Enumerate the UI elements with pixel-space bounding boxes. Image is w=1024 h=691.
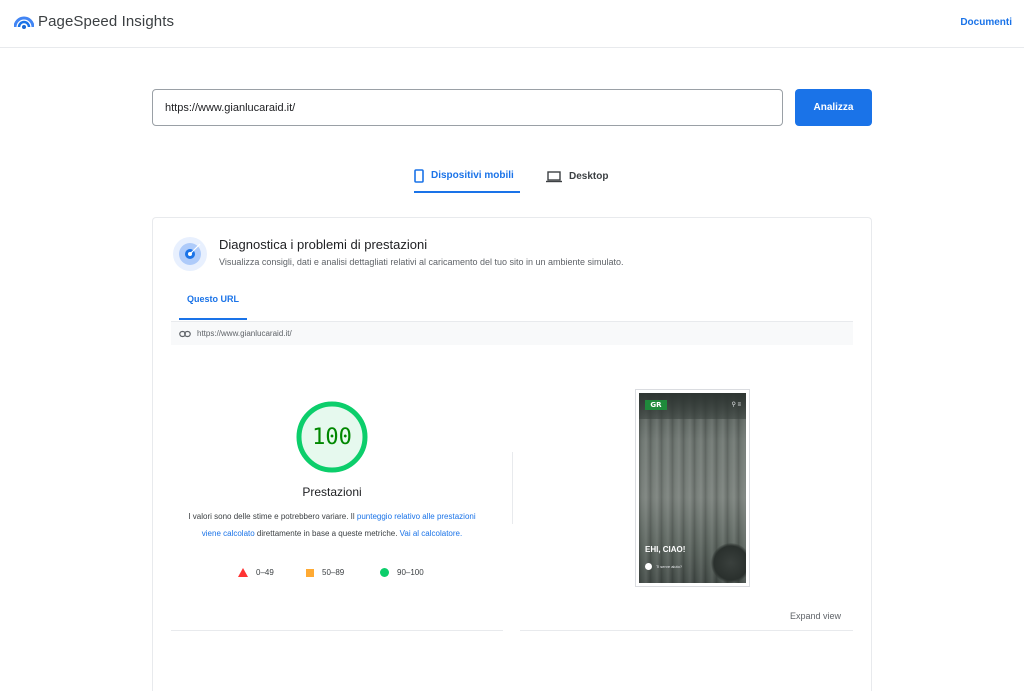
app-title[interactable]: PageSpeed Insights xyxy=(38,13,174,30)
calculator-link[interactable]: Vai al calcolatore. xyxy=(400,529,463,538)
laptop-icon xyxy=(546,170,562,182)
url-input[interactable] xyxy=(152,89,783,126)
diagnostics-icon xyxy=(173,237,207,271)
analyze-button[interactable]: Analizza xyxy=(795,89,872,126)
performance-score: 100 xyxy=(312,425,352,450)
arrow-icon xyxy=(645,563,652,570)
smartphone-icon xyxy=(414,168,424,183)
score-description: I valori sono delle stime e potrebbero v… xyxy=(184,508,480,542)
legend-fail: 0–49 xyxy=(238,568,274,577)
divider xyxy=(520,630,853,631)
pagespeed-logo-icon[interactable] xyxy=(14,13,34,33)
screenshot-subline: Ti serve aiuto? xyxy=(645,563,682,570)
tab-desktop[interactable]: Desktop xyxy=(546,160,608,193)
performance-label: Prestazioni xyxy=(302,485,362,499)
screenshot-headline: EHI, CIAO! xyxy=(645,545,686,554)
menu-icon: ⚲ ≡ xyxy=(731,402,741,408)
triangle-icon xyxy=(238,568,248,577)
page-screenshot: GR ⚲ ≡ EHI, CIAO! Ti serve aiuto? xyxy=(635,389,750,587)
legend-pass: 90–100 xyxy=(380,568,424,577)
legend-average-label: 50–89 xyxy=(322,568,345,577)
tab-mobile[interactable]: Dispositivi mobili xyxy=(414,160,520,193)
legend-fail-label: 0–49 xyxy=(256,568,274,577)
plant-image xyxy=(711,543,746,583)
tab-desktop-label: Desktop xyxy=(569,171,609,182)
circle-icon xyxy=(380,568,389,577)
square-icon xyxy=(306,568,314,577)
site-logo: GR xyxy=(645,400,667,410)
desc-text-1: I valori sono delle stime e potrebbero v… xyxy=(188,512,357,521)
diagnostics-title: Diagnostica i problemi di prestazioni xyxy=(219,237,428,252)
tab-this-url[interactable]: Questo URL xyxy=(179,294,247,320)
desc-text-2: direttamente in base a queste metriche. xyxy=(254,529,400,538)
tested-url: https://www.gianlucaraid.it/ xyxy=(197,329,292,338)
diagnostics-subtitle: Visualizza consigli, dati e analisi dett… xyxy=(219,257,624,267)
screenshot-image: GR ⚲ ≡ EHI, CIAO! Ti serve aiuto? xyxy=(639,393,746,583)
top-bar: PageSpeed Insights Documenti xyxy=(0,0,1024,48)
link-icon xyxy=(179,330,191,337)
divider xyxy=(171,630,503,631)
tested-url-bar: https://www.gianlucaraid.it/ xyxy=(171,321,853,345)
screenshot-subtext: Ti serve aiuto? xyxy=(656,564,683,569)
legend-average: 50–89 xyxy=(306,568,344,577)
tab-mobile-label: Dispositivi mobili xyxy=(431,170,514,181)
expand-view-button[interactable]: Expand view xyxy=(790,611,841,621)
docs-link[interactable]: Documenti xyxy=(960,17,1012,28)
divider xyxy=(512,452,513,524)
legend-pass-label: 90–100 xyxy=(397,568,424,577)
